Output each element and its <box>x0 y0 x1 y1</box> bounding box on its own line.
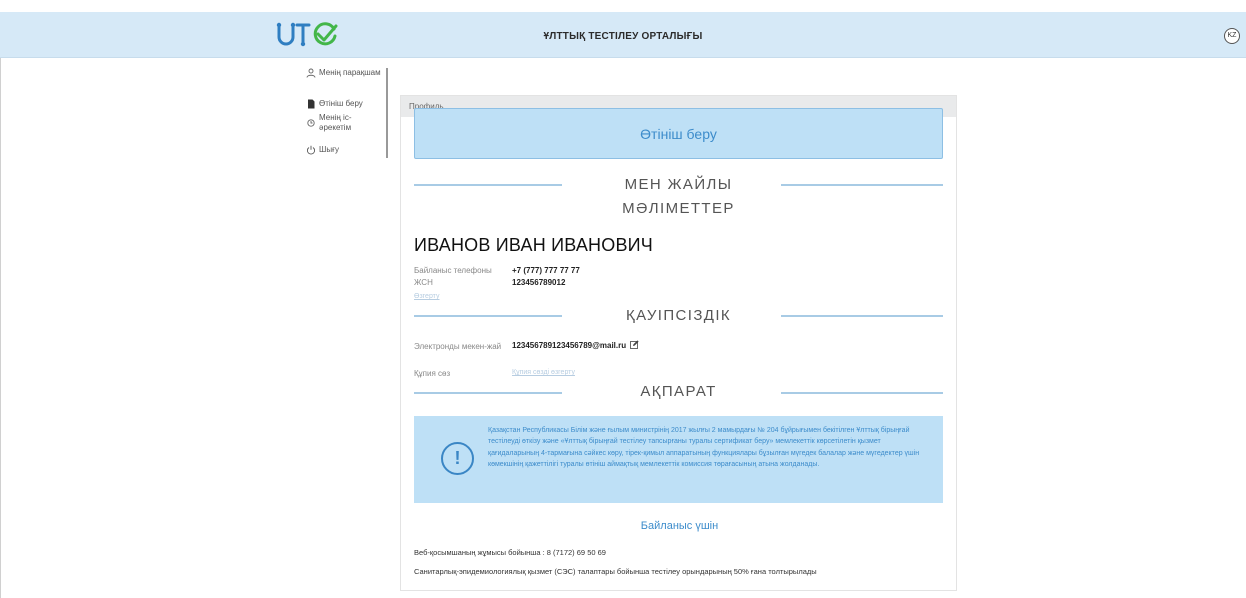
personal-section-title: МЕН ЖАЙЛЫ МӘЛІМЕТТЕР <box>622 176 735 217</box>
divider <box>781 315 943 317</box>
iin-value: 123456789012 <box>512 278 566 287</box>
divider <box>414 184 562 186</box>
info-text: Қазақстан Республикасы Білім және ғылым … <box>488 427 920 469</box>
exclamation-icon: ! <box>441 442 474 475</box>
iin-label: ЖСН <box>414 278 433 287</box>
edit-icon[interactable] <box>630 340 639 349</box>
sidebar-item-apply[interactable]: Өтініш беру <box>306 99 381 109</box>
info-section-title: АҚПАРАТ <box>640 383 717 400</box>
sidebar-item-my-page[interactable]: Менің парақшам <box>306 68 381 78</box>
full-name: ИВАНОВ ИВАН ИВАНОВИЧ <box>414 235 654 255</box>
divider <box>414 392 562 394</box>
change-profile-link[interactable]: Өзгерту <box>414 293 439 300</box>
email-label: Электронды мекен-жай <box>414 342 502 351</box>
sidebar-item-label: Өтініш беру <box>319 99 363 108</box>
contact-phone-line: Веб-қосымшаның жұмысы бойынша : 8 (7172)… <box>414 548 606 557</box>
password-label: Құпия сөз <box>414 369 451 378</box>
sidebar-item-label: Менің іс-әрекетім <box>319 113 352 132</box>
info-alert: ! Қазақстан Республикасы Білім және ғылы… <box>414 416 943 503</box>
language-switch-button[interactable]: KZ <box>1224 28 1240 44</box>
phone-label: Байланыс телефоны <box>414 266 492 275</box>
sidebar: Менің парақшам Өтініш беру Менің іс-әрек… <box>302 68 388 158</box>
user-icon <box>306 68 316 78</box>
info-section-header: АҚПАРАТ <box>414 380 943 404</box>
sidebar-item-label: Менің парақшам <box>319 68 381 77</box>
sidebar-item-my-actions[interactable]: Менің іс-әрекетім <box>306 113 381 133</box>
divider <box>781 392 943 394</box>
site-title: ҰЛТТЫҚ ТЕСТІЛЕУ ОРТАЛЫҒЫ <box>543 31 703 42</box>
top-strip <box>0 0 1246 12</box>
contact-title: Байланыс үшін <box>640 520 719 532</box>
contact-ses-line: Санитарлық-эпидемиологиялық қызмет (СЭС)… <box>414 567 817 576</box>
profile-card: Профиль Өтініш беру МЕН ЖАЙЛЫ МӘЛІМЕТТЕР… <box>400 95 957 591</box>
email-value: 123456789123456789@mail.ru <box>512 341 627 350</box>
security-section-title: ҚАУІПСІЗДІК <box>625 307 732 324</box>
power-icon <box>306 145 316 155</box>
apply-button[interactable]: Өтініш беру <box>414 108 943 159</box>
clock-icon <box>307 119 315 127</box>
left-border <box>0 58 1 598</box>
personal-section-header: МЕН ЖАЙЛЫ МӘЛІМЕТТЕР <box>414 174 943 224</box>
change-password-link[interactable]: Құпия сөзді өзгерту <box>512 369 575 376</box>
sidebar-item-logout[interactable]: Шығу <box>306 145 381 155</box>
divider <box>781 184 943 186</box>
phone-value: +7 (777) 777 77 77 <box>512 266 580 275</box>
divider <box>414 315 562 317</box>
page: ҰЛТТЫҚ ТЕСТІЛЕУ ОРТАЛЫҒЫ KZ Менің парақш… <box>0 0 1246 598</box>
security-section-header: ҚАУІПСІЗДІК <box>414 304 943 328</box>
document-icon <box>308 99 315 109</box>
sidebar-item-label: Шығу <box>319 145 339 154</box>
